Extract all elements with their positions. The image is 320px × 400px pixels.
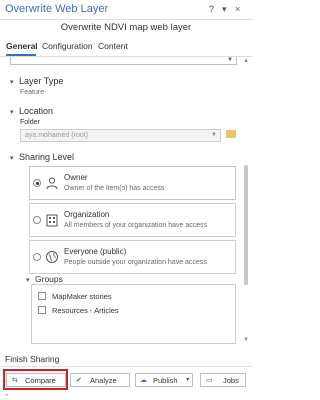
- jobs-label: Jobs: [223, 376, 239, 385]
- scroll-thumb[interactable]: [244, 165, 248, 285]
- location-header[interactable]: ▾ Location: [10, 106, 53, 116]
- group-item[interactable]: Resources - Articles: [38, 306, 119, 315]
- groups-title: Groups: [35, 274, 63, 284]
- checkmark-icon: ✔: [76, 377, 82, 384]
- groups-header[interactable]: ▾ Groups: [26, 274, 63, 284]
- finish-sharing-heading: Finish Sharing: [5, 354, 60, 364]
- jobs-icon: ▭: [206, 377, 213, 384]
- close-icon[interactable]: ×: [235, 4, 240, 14]
- publish-label: Publish: [153, 376, 178, 385]
- building-icon: [46, 214, 58, 227]
- folder-icon[interactable]: [226, 130, 236, 138]
- footer-divider: [0, 366, 252, 367]
- groups-list: MapMaker stories Resources - Articles: [31, 284, 236, 344]
- group-item[interactable]: MapMaker stories: [38, 292, 112, 301]
- general-content[interactable]: ▼ ▾ Layer Type Feature ▾ Location Folder a…: [0, 57, 252, 347]
- folder-label: Folder: [20, 119, 40, 126]
- layer-type-header[interactable]: ▾ Layer Type: [10, 76, 63, 86]
- sharing-level-title: Sharing Level: [19, 152, 75, 162]
- chevron-down-icon: ▾: [10, 79, 14, 86]
- everyone-radio[interactable]: [33, 253, 41, 261]
- owner-label: Owner: [64, 173, 88, 182]
- compare-highlight-box: [3, 369, 68, 390]
- tab-configuration[interactable]: Configuration: [42, 41, 93, 51]
- group-label: Resources - Articles: [52, 306, 119, 315]
- sharing-option-everyone[interactable]: Everyone (public) People outside your or…: [29, 240, 236, 274]
- cloud-upload-icon: ☁: [140, 377, 147, 384]
- help-icon[interactable]: ?: [209, 4, 214, 14]
- menu-dropdown-icon[interactable]: ▾: [222, 4, 227, 14]
- chevron-down-icon: ▾: [10, 155, 14, 162]
- organization-label: Organization: [64, 210, 110, 219]
- owner-description: Owner of the item(s) has access: [64, 185, 165, 192]
- everyone-label: Everyone (public): [64, 247, 127, 256]
- analyze-button[interactable]: ✔ Analyze: [70, 373, 130, 387]
- scroll-down-icon[interactable]: ▼: [243, 337, 249, 343]
- group-checkbox[interactable]: [38, 292, 46, 300]
- folder-dropdown[interactable]: aya.mohamed (root) ▼: [20, 129, 221, 142]
- tab-general[interactable]: General: [6, 41, 38, 51]
- tab-content[interactable]: Content: [98, 41, 128, 51]
- globe-icon: [46, 251, 58, 263]
- organization-radio[interactable]: [33, 216, 41, 224]
- publish-button[interactable]: ☁ Publish ▼: [135, 373, 193, 387]
- group-label: MapMaker stories: [52, 292, 112, 301]
- group-checkbox[interactable]: [38, 306, 46, 314]
- everyone-description: People outside your organization have ac…: [64, 259, 207, 266]
- analyze-label: Analyze: [90, 376, 117, 385]
- vertical-scrollbar[interactable]: ▲ ▼: [242, 57, 250, 347]
- person-icon: [46, 177, 58, 190]
- sharing-option-organization[interactable]: Organization All members of your organiz…: [29, 203, 236, 237]
- chevron-down-icon: ▼: [211, 132, 217, 138]
- layer-type-title: Layer Type: [19, 76, 64, 86]
- window-title: Overwrite Web Layer: [5, 3, 109, 15]
- chevron-down-icon[interactable]: ▼: [185, 377, 190, 383]
- folder-value: aya.mohamed (root): [25, 132, 89, 139]
- scroll-left-icon[interactable]: ◂: [5, 392, 11, 398]
- summary-textbox-bottom[interactable]: [10, 57, 237, 65]
- scroll-up-icon[interactable]: ▲: [243, 58, 249, 64]
- organization-description: All members of your organization have ac…: [64, 222, 208, 229]
- pane-subtitle: Overwrite NDVI map web layer: [60, 22, 192, 33]
- location-title: Location: [19, 106, 54, 116]
- layer-type-value: Feature: [20, 89, 45, 96]
- chevron-down-icon[interactable]: ▼: [227, 57, 233, 63]
- chevron-down-icon: ▾: [26, 277, 30, 284]
- chevron-down-icon: ▾: [10, 109, 14, 116]
- sharing-option-owner[interactable]: Owner Owner of the item(s) has access: [29, 166, 236, 200]
- jobs-button[interactable]: ▭ Jobs: [200, 373, 246, 387]
- sharing-level-header[interactable]: ▾ Sharing Level: [10, 152, 74, 162]
- title-bar: Overwrite Web Layer ? ▾ ×: [0, 0, 252, 20]
- owner-radio[interactable]: [33, 179, 41, 187]
